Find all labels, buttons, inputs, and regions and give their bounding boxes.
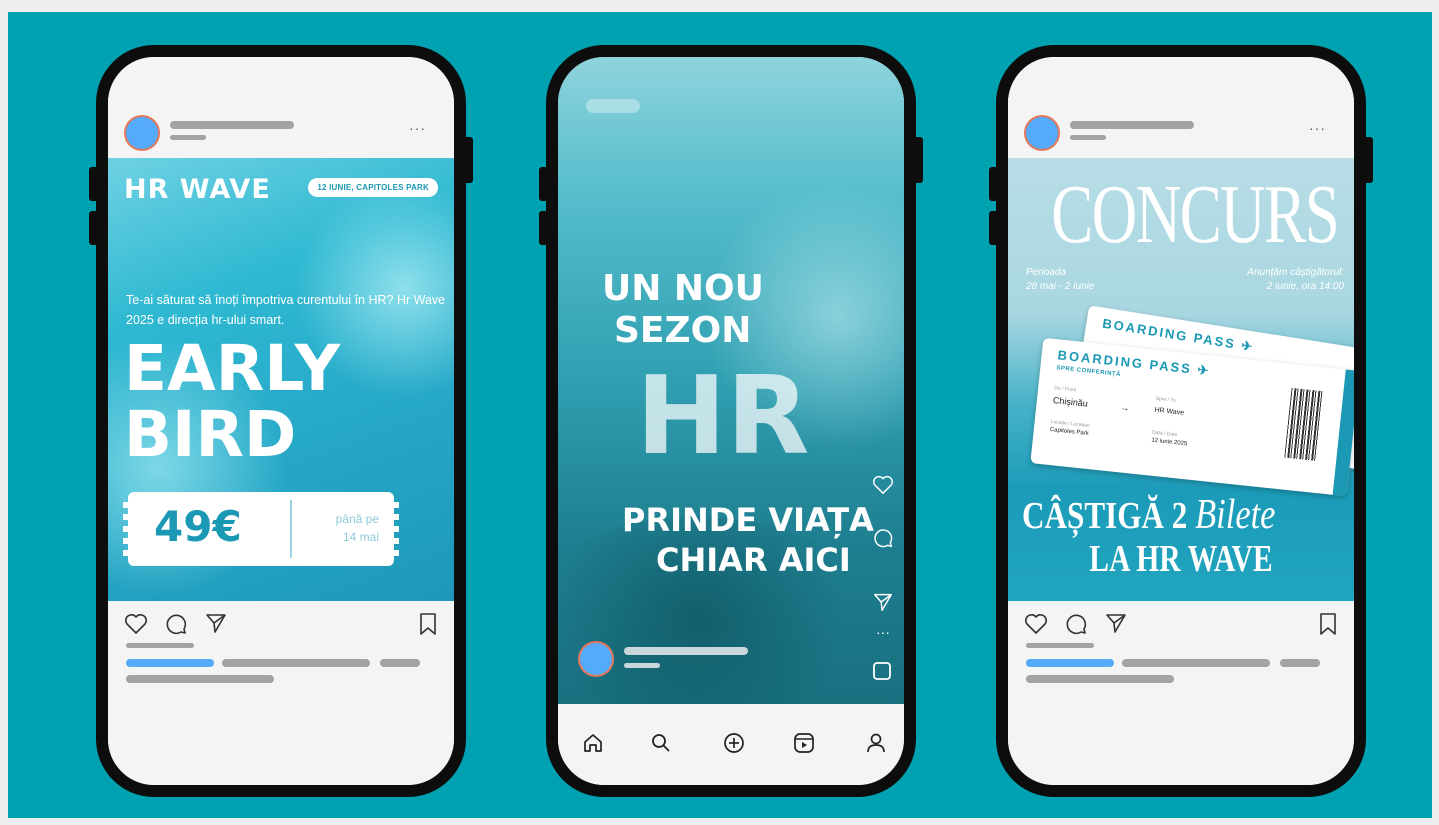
- boarding-pass-title: BOARDING PASS ✈: [1056, 347, 1212, 379]
- post-image[interactable]: HR WAVE 12 IUNIE, CAPITOLES PARK Te-ai s…: [108, 158, 454, 601]
- avatar[interactable]: [1026, 117, 1058, 149]
- caption-placeholder: [222, 659, 370, 667]
- reel-text-line-3: PRINDE VIAȚA: [622, 501, 874, 539]
- more-options-icon[interactable]: ···: [409, 121, 426, 135]
- share-icon[interactable]: [1104, 611, 1128, 635]
- reel-video[interactable]: UN NOU SEZON HR PRINDE VIAȚA CHIAR AICI …: [558, 57, 904, 717]
- barcode: [1284, 387, 1324, 461]
- more-icon[interactable]: ···: [876, 625, 890, 639]
- likes-placeholder: [126, 643, 194, 648]
- prize-line-2: LA HR WAVE: [1089, 538, 1273, 580]
- phone-screen: ··· CONCURS Perioada 28 mai - 2 iunie An…: [1008, 57, 1354, 785]
- more-options-icon[interactable]: ···: [1309, 121, 1326, 135]
- headline-line-2: BIRD: [124, 398, 297, 471]
- announce-value: 2 iunie, ora 14:00: [1266, 281, 1344, 292]
- to-value: HR Wave: [1154, 406, 1185, 417]
- likes-placeholder: [1026, 643, 1094, 648]
- subtitle-placeholder: [1070, 135, 1106, 140]
- heart-icon[interactable]: [872, 475, 894, 495]
- price-ticket: 49€ până pe 14 mai: [123, 492, 399, 566]
- date-value: 12 iunie 2025: [1150, 437, 1188, 448]
- from-label: De / From: [1053, 385, 1077, 394]
- create-icon[interactable]: [722, 731, 746, 755]
- reel-avatar[interactable]: [580, 643, 612, 675]
- phone-screen: UN NOU SEZON HR PRINDE VIAȚA CHIAR AICI …: [558, 57, 904, 785]
- price: 49€: [154, 502, 242, 551]
- post-description: Te-ai săturat să înoți împotriva curentu…: [126, 293, 446, 327]
- headline: EARLY BIRD: [124, 336, 340, 468]
- caption-placeholder: [1026, 675, 1174, 683]
- prize-text: CÂȘTIGĂ 2: [1022, 495, 1188, 537]
- announce-label: Anunțăm câștigătorul:: [1247, 267, 1344, 278]
- period-value: 28 mai - 2 iunie: [1026, 281, 1095, 292]
- heart-icon[interactable]: [124, 613, 148, 635]
- reels-icon[interactable]: [792, 731, 816, 755]
- prize-line-1: CÂȘTIGĂ 2 Bilete: [1022, 494, 1275, 537]
- bookmark-icon[interactable]: [1318, 612, 1338, 636]
- subtitle-placeholder: [170, 135, 206, 140]
- profile-icon[interactable]: [864, 731, 888, 755]
- to-label: Spre / To: [1155, 395, 1176, 404]
- comment-icon[interactable]: [872, 527, 894, 549]
- until-label: până pe: [335, 512, 379, 526]
- search-icon[interactable]: [650, 732, 672, 754]
- caption-username-placeholder: [1026, 659, 1114, 667]
- post-actions: [1008, 601, 1354, 785]
- prize-script-text: Bilete: [1195, 492, 1276, 538]
- phone-screen: ··· HR WAVE 12 IUNIE, CAPITOLES PARK Te-…: [108, 57, 454, 785]
- post-title: CONCURS: [1051, 168, 1340, 261]
- period-label: Perioada: [1026, 267, 1067, 278]
- caption-placeholder: [1122, 659, 1270, 667]
- post-image[interactable]: CONCURS Perioada 28 mai - 2 iunie Anunță…: [1008, 158, 1354, 601]
- share-icon[interactable]: [204, 611, 228, 635]
- caption-username-placeholder: [126, 659, 214, 667]
- caption-placeholder: [126, 675, 274, 683]
- hr-wave-logo: HR WAVE: [124, 174, 271, 205]
- phone-reel: UN NOU SEZON HR PRINDE VIAȚA CHIAR AICI …: [539, 45, 923, 797]
- headline-line-1: EARLY: [124, 332, 341, 405]
- heart-icon[interactable]: [1024, 613, 1048, 635]
- reel-text-line-1: UN NOU: [602, 268, 764, 309]
- reel-big-text: HR: [636, 354, 810, 479]
- reel-subtitle-placeholder: [624, 663, 660, 668]
- route-arrow: →: [1120, 402, 1131, 414]
- phone-feed-post-early-bird: ··· HR WAVE 12 IUNIE, CAPITOLES PARK Te-…: [89, 45, 473, 797]
- caption-placeholder: [380, 659, 420, 667]
- phone-feed-post-concurs: ··· CONCURS Perioada 28 mai - 2 iunie An…: [989, 45, 1373, 797]
- announce-info: Anunțăm câștigătorul: 2 iunie, ora 14:00: [1247, 266, 1344, 294]
- date-label: Data / Date: [1151, 429, 1178, 439]
- until-value: 14 mai: [342, 530, 379, 544]
- bookmark-icon[interactable]: [418, 612, 438, 636]
- audio-icon[interactable]: [872, 661, 892, 681]
- mockup-canvas: ··· HR WAVE 12 IUNIE, CAPITOLES PARK Te-…: [8, 12, 1432, 818]
- bottom-nav: [558, 704, 904, 785]
- from-value: Chișinău: [1052, 395, 1089, 409]
- post-header: ···: [1008, 57, 1354, 158]
- post-actions: [108, 601, 454, 785]
- caption-placeholder: [1280, 659, 1320, 667]
- home-icon[interactable]: [582, 732, 604, 754]
- username-placeholder[interactable]: [170, 121, 294, 129]
- username-placeholder[interactable]: [1070, 121, 1194, 129]
- reel-username-placeholder[interactable]: [624, 647, 748, 655]
- comment-icon[interactable]: [164, 612, 188, 636]
- period-info: Perioada 28 mai - 2 iunie: [1026, 266, 1094, 294]
- comment-icon[interactable]: [1064, 612, 1088, 636]
- reel-text-line-2: SEZON: [614, 310, 752, 351]
- post-header: ···: [108, 57, 454, 158]
- reel-text-line-4: CHIAR AICI: [656, 541, 851, 579]
- avatar[interactable]: [126, 117, 158, 149]
- reel-top-pill: [586, 99, 640, 113]
- date-badge: 12 IUNIE, CAPITOLES PARK: [308, 178, 438, 197]
- until-date: până pe 14 mai: [303, 510, 379, 546]
- share-icon[interactable]: [872, 591, 894, 613]
